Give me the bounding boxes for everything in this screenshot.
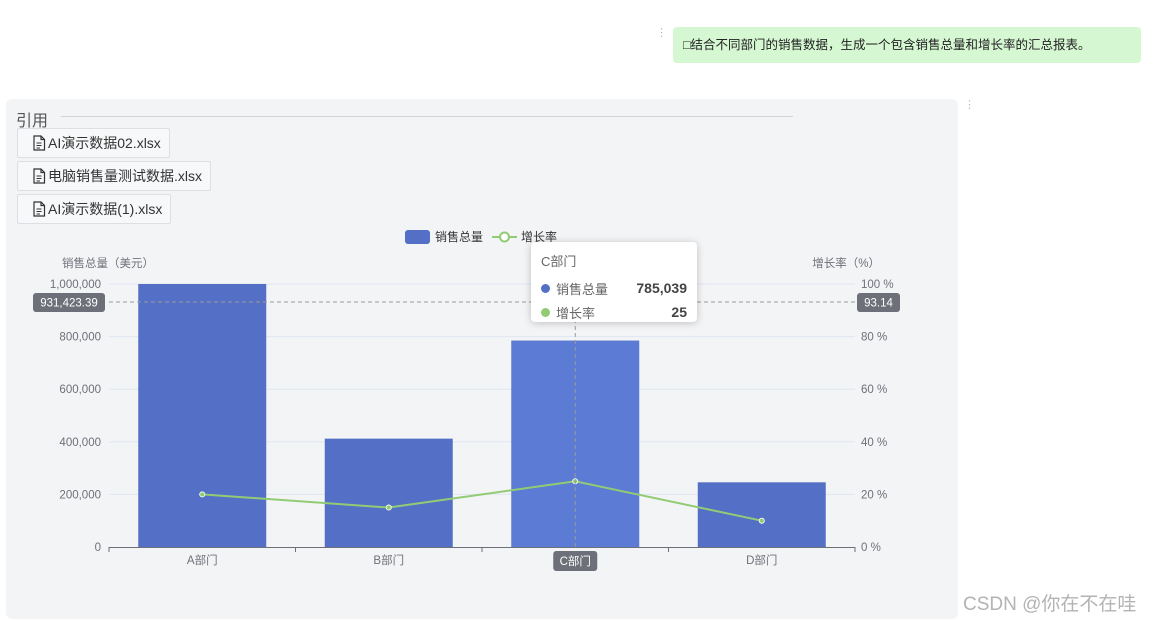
tooltip-series-name: 增长率	[556, 305, 596, 321]
growth-point	[199, 491, 206, 498]
bar	[324, 438, 453, 547]
chart-bars	[138, 284, 826, 547]
y-tick-label: 600,000	[59, 384, 101, 396]
legend-line-marker	[499, 231, 510, 243]
legend-bar-swatch	[405, 230, 430, 244]
bar	[697, 482, 826, 547]
axis-pointer-right-label: 93.14	[864, 298, 893, 310]
x-tick-label: B部门	[373, 553, 404, 567]
chart-axes	[108, 547, 856, 552]
tooltip-row-sales: 销售总量 785,039	[541, 276, 687, 300]
watermark: CSDN @你在不在哇	[963, 594, 1137, 615]
y-right-tick-label: 80 %	[861, 332, 887, 344]
y-tick-label: 800,000	[59, 332, 101, 344]
growth-line	[202, 480, 762, 522]
tooltip-series-name: 销售总量	[556, 281, 609, 297]
x-tick-label: A部门	[187, 553, 218, 567]
tooltip-series-value: 25	[671, 304, 687, 320]
y-tick-label: 0	[95, 542, 101, 554]
tooltip-row-growth: 增长率 25	[541, 300, 687, 324]
y-right-tick-label: 0 %	[861, 542, 881, 554]
y-right-axis-title: 增长率（%）	[812, 256, 880, 270]
y-right-tick-label: 40 %	[861, 437, 887, 449]
chart-tooltip: C部门 销售总量 785,039 增长率 25	[531, 242, 697, 322]
series-dot-icon	[541, 307, 550, 317]
tooltip-title: C部门	[541, 254, 577, 269]
growth-point	[758, 517, 765, 524]
axis-pointer-left-label: 931,423.39	[40, 298, 98, 310]
axis-pointer-category-label: C部门	[560, 554, 591, 568]
growth-point	[385, 504, 392, 511]
bar	[138, 284, 267, 547]
legend-label-sales: 销售总量	[435, 229, 483, 244]
y-tick-label: 400,000	[59, 437, 101, 449]
y-right-tick-label: 100 %	[861, 279, 894, 291]
series-dot-icon	[541, 283, 550, 293]
y-right-tick-label: 60 %	[861, 384, 887, 396]
x-tick-label: D部门	[746, 553, 777, 567]
y-tick-label: 1,000,000	[50, 279, 101, 291]
y-tick-label: 200,000	[59, 489, 101, 501]
y-right-tick-label: 20 %	[861, 489, 887, 501]
y-axis-title: 销售总量（美元）	[62, 256, 154, 270]
tooltip-series-value: 785,039	[636, 280, 687, 296]
chart-growth-line	[199, 478, 765, 524]
